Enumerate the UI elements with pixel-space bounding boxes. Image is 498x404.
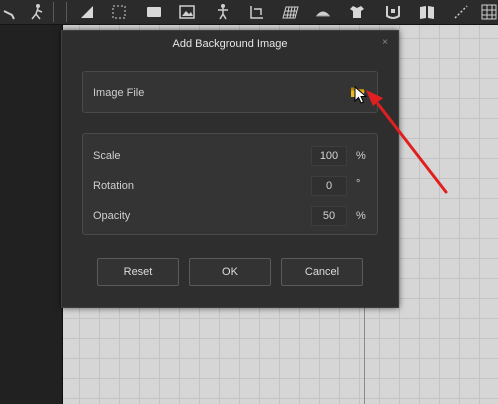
book-icon[interactable] [418,3,436,21]
shirt-icon[interactable] [348,3,366,21]
scale-unit: % [356,150,366,162]
close-button[interactable]: × [379,37,391,49]
bbox-icon[interactable] [110,3,128,21]
reset-button[interactable]: Reset [97,258,179,286]
opacity-label: Opacity [93,210,131,222]
scale-label: Scale [93,150,121,162]
rotation-label: Rotation [93,180,134,192]
opacity-input[interactable]: 50 [311,206,347,226]
canvas-grid-axis-line [364,300,365,404]
toolbar-separator [53,2,54,22]
rotation-input[interactable]: 0 [311,176,347,196]
tool-icon-2[interactable] [28,3,46,21]
rotation-unit: ° [356,178,361,190]
add-background-image-dialog: Add Background Image × Image File Scale … [61,30,399,308]
line-tool-icon[interactable] [452,3,470,21]
grid-paint-icon[interactable] [282,3,300,21]
transform-icon[interactable] [248,3,266,21]
mesh-icon[interactable] [314,3,332,21]
cancel-button[interactable]: Cancel [281,258,363,286]
clamp-icon[interactable] [384,3,402,21]
grid-icon[interactable] [480,3,498,21]
mouse-cursor-icon [354,86,368,104]
tool-icon-1[interactable] [2,3,20,21]
rectangle-icon[interactable] [145,3,163,21]
ok-button[interactable]: OK [189,258,271,286]
toolbar-separator [66,2,67,22]
image-file-label: Image File [93,87,145,99]
select-triangle-icon[interactable] [78,3,96,21]
top-toolbar [0,0,498,25]
scale-input[interactable]: 100 [311,146,347,166]
dialog-title: Add Background Image [172,38,288,50]
image-icon[interactable] [178,3,196,21]
left-workspace-panel [0,25,62,404]
opacity-unit: % [356,210,366,222]
figure-pose-icon[interactable] [214,3,232,21]
